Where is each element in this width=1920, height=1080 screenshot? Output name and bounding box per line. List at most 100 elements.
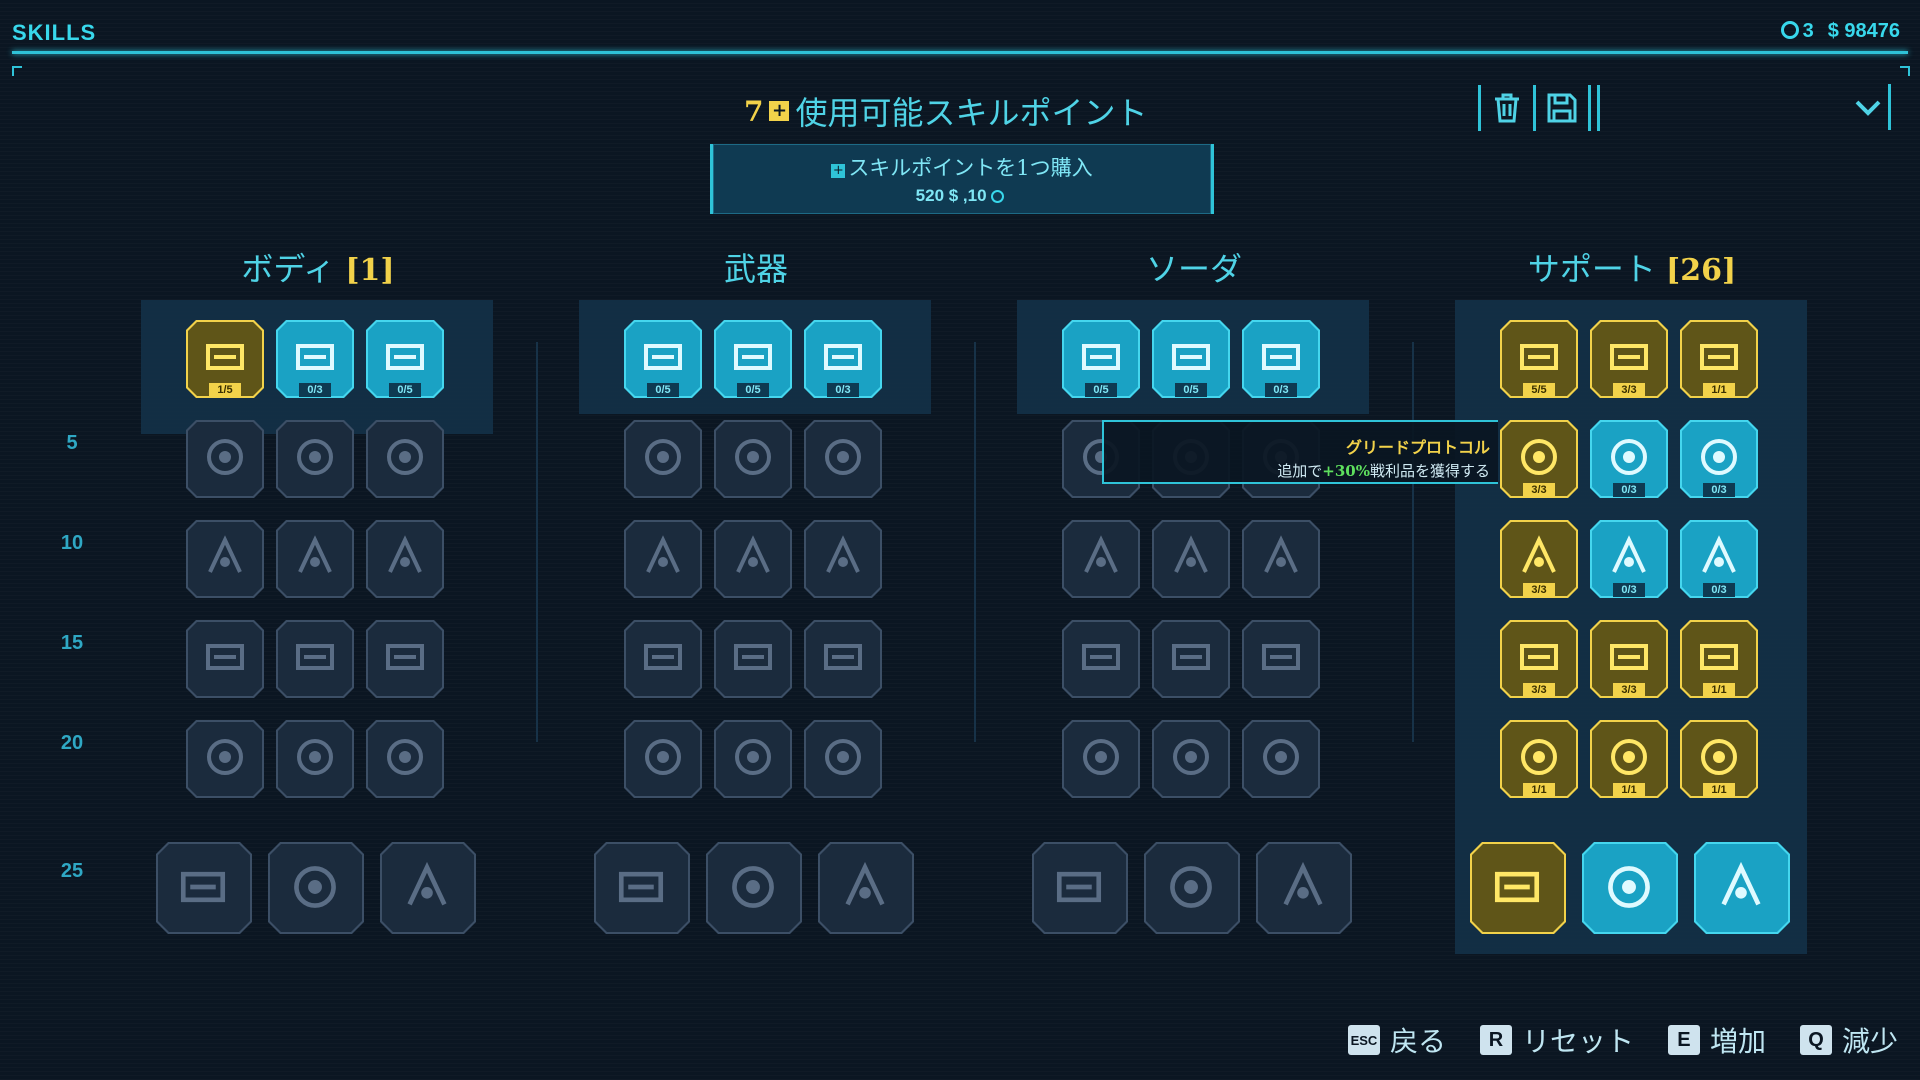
skill-node[interactable]: 3/3 <box>1500 620 1578 698</box>
reset-hint[interactable]: R リセット <box>1479 1020 1634 1060</box>
skill-node[interactable]: 1/1 <box>1500 720 1578 798</box>
buy-skill-point-button[interactable]: + スキルポイントを1つ購入 520 $ ,10 <box>710 144 1214 214</box>
skill-node[interactable] <box>804 520 882 598</box>
hint-label: 減少 <box>1841 1025 1898 1058</box>
skill-node[interactable] <box>714 420 792 498</box>
money-count: $ 98476 <box>1828 20 1900 43</box>
skill-node[interactable] <box>1242 720 1320 798</box>
column-name: サポート <box>1527 250 1656 288</box>
skill-node[interactable] <box>1062 720 1140 798</box>
decrease-hint[interactable]: Q 減少 <box>1799 1020 1898 1060</box>
skill-node[interactable] <box>186 420 264 498</box>
skill-icon <box>644 344 682 370</box>
skill-node[interactable] <box>1242 620 1320 698</box>
skill-node[interactable] <box>714 620 792 698</box>
skill-node[interactable] <box>1256 842 1352 934</box>
skill-node[interactable]: 1/1 <box>1590 720 1668 798</box>
skill-node[interactable]: 0/5 <box>1152 320 1230 398</box>
skill-node[interactable] <box>1582 842 1678 934</box>
skill-node[interactable] <box>1032 842 1128 934</box>
skill-node[interactable] <box>276 420 354 498</box>
skill-node[interactable] <box>366 720 444 798</box>
save-icon[interactable] <box>1542 88 1582 128</box>
skill-node[interactable]: 0/3 <box>804 320 882 398</box>
skill-node[interactable] <box>1062 620 1140 698</box>
skill-node[interactable] <box>1152 520 1230 598</box>
skill-node[interactable] <box>624 620 702 698</box>
skill-icon <box>387 739 423 775</box>
skill-node[interactable] <box>1144 842 1240 934</box>
skill-node[interactable]: 0/3 <box>1680 420 1758 498</box>
skill-icon <box>1056 871 1102 903</box>
skill-node[interactable] <box>1470 842 1566 934</box>
skill-node[interactable]: 0/3 <box>1590 520 1668 598</box>
skill-node[interactable] <box>366 520 444 598</box>
skill-node[interactable]: 3/3 <box>1500 520 1578 598</box>
skill-node[interactable]: 3/3 <box>1590 320 1668 398</box>
skill-rank-badge: 0/5 <box>1175 383 1207 397</box>
column-header-body: ボディ [1] <box>138 244 498 290</box>
skill-node[interactable]: 3/3 <box>1500 420 1578 498</box>
skill-node[interactable] <box>268 842 364 934</box>
skill-node[interactable] <box>594 842 690 934</box>
skill-node[interactable] <box>1062 520 1140 598</box>
skill-node[interactable] <box>276 620 354 698</box>
skill-rank-badge: 0/5 <box>389 383 421 397</box>
skill-node[interactable] <box>624 720 702 798</box>
row-label: 5 <box>66 432 78 454</box>
skill-node[interactable] <box>624 520 702 598</box>
skill-node[interactable] <box>366 620 444 698</box>
skill-node[interactable] <box>714 520 792 598</box>
skill-icon <box>1262 344 1300 370</box>
skill-node[interactable] <box>706 842 802 934</box>
skill-node[interactable] <box>1242 520 1320 598</box>
skill-rank-badge: 3/3 <box>1523 683 1555 697</box>
skill-node[interactable]: 1/1 <box>1680 720 1758 798</box>
skill-node[interactable] <box>804 720 882 798</box>
increase-hint[interactable]: E 増加 <box>1667 1020 1766 1060</box>
back-hint[interactable]: ESC 戻る <box>1347 1020 1446 1060</box>
skill-node[interactable]: 3/3 <box>1590 620 1668 698</box>
skill-node[interactable]: 0/3 <box>1242 320 1320 398</box>
skill-node[interactable]: 0/3 <box>1590 420 1668 498</box>
skill-node[interactable] <box>186 720 264 798</box>
q-key-icon: Q <box>1799 1025 1832 1055</box>
skill-node[interactable]: 0/3 <box>1680 520 1758 598</box>
skill-node[interactable]: 0/5 <box>1062 320 1140 398</box>
skill-node[interactable] <box>186 520 264 598</box>
skill-node[interactable]: 5/5 <box>1500 320 1578 398</box>
skill-rank-badge: 0/5 <box>1085 383 1117 397</box>
column-divider <box>536 342 538 742</box>
skill-node[interactable]: 1/1 <box>1680 320 1758 398</box>
skill-node[interactable] <box>1694 842 1790 934</box>
skill-node[interactable]: 0/5 <box>366 320 444 398</box>
skill-node[interactable]: 1/5 <box>186 320 264 398</box>
skill-node[interactable] <box>714 720 792 798</box>
trash-icon[interactable] <box>1487 88 1527 128</box>
skill-node[interactable]: 1/1 <box>1680 620 1758 698</box>
action-divider <box>1533 85 1536 131</box>
skill-node[interactable]: 0/3 <box>276 320 354 398</box>
skill-node[interactable] <box>818 842 914 934</box>
chevron-down-icon[interactable] <box>1852 92 1884 124</box>
skill-node[interactable] <box>186 620 264 698</box>
action-divider <box>1588 85 1591 131</box>
skill-icon <box>207 739 243 775</box>
skill-node[interactable] <box>1152 620 1230 698</box>
skill-node[interactable] <box>380 842 476 934</box>
skill-node[interactable] <box>624 420 702 498</box>
skill-node[interactable] <box>804 620 882 698</box>
skill-icon <box>297 739 333 775</box>
skill-node[interactable] <box>156 842 252 934</box>
skill-node[interactable] <box>804 420 882 498</box>
skill-node[interactable]: 0/5 <box>714 320 792 398</box>
skill-icon <box>206 344 244 370</box>
skill-node[interactable] <box>366 420 444 498</box>
skill-rank-badge: 0/3 <box>1703 483 1735 497</box>
skill-node[interactable] <box>276 720 354 798</box>
skill-icon <box>645 739 681 775</box>
skill-node[interactable] <box>1152 720 1230 798</box>
column-bracket: [1] <box>345 253 395 288</box>
skill-node[interactable] <box>276 520 354 598</box>
skill-node[interactable]: 0/5 <box>624 320 702 398</box>
